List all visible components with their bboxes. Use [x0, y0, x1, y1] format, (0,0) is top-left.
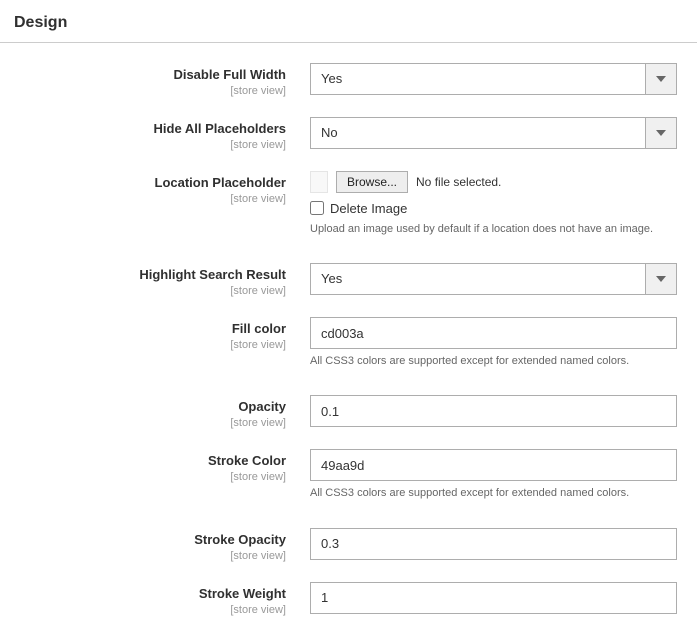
label-col: Stroke Color [store view]	[20, 449, 310, 483]
highlight-search-result-label: Highlight Search Result	[20, 267, 286, 284]
scope-label: [store view]	[20, 417, 286, 429]
stroke-color-input[interactable]	[310, 449, 677, 481]
opacity-input[interactable]	[310, 395, 677, 427]
no-file-text: No file selected.	[416, 175, 501, 189]
highlight-search-result-select[interactable]: Yes	[310, 263, 677, 295]
delete-image-label: Delete Image	[330, 201, 407, 216]
field-location-placeholder: Location Placeholder [store view] Browse…	[20, 171, 677, 237]
field-hide-all-placeholders: Hide All Placeholders [store view] No	[20, 117, 677, 151]
fill-color-label: Fill color	[20, 321, 286, 338]
label-col: Fill color [store view]	[20, 317, 310, 351]
section-title: Design	[14, 14, 67, 31]
stroke-opacity-label: Stroke Opacity	[20, 532, 286, 549]
location-placeholder-note: Upload an image used by default if a loc…	[310, 222, 677, 237]
location-placeholder-label: Location Placeholder	[20, 175, 286, 192]
design-fieldset: Disable Full Width [store view] Yes Hide…	[0, 43, 697, 630]
hide-all-placeholders-label: Hide All Placeholders	[20, 121, 286, 138]
value-col: Yes	[310, 263, 677, 295]
scope-label: [store view]	[20, 604, 286, 616]
label-col: Stroke Weight [store view]	[20, 582, 310, 616]
value-col: Yes	[310, 63, 677, 95]
browse-button[interactable]: Browse...	[336, 171, 408, 193]
select-wrap: No	[310, 117, 677, 149]
opacity-label: Opacity	[20, 399, 286, 416]
fill-color-input[interactable]	[310, 317, 677, 349]
scope-label: [store view]	[20, 339, 286, 351]
stroke-color-note: All CSS3 colors are supported except for…	[310, 486, 677, 501]
scope-label: [store view]	[20, 285, 286, 297]
value-col: All CSS3 colors are supported except for…	[310, 317, 677, 369]
value-col	[310, 395, 677, 427]
select-wrap: Yes	[310, 263, 677, 295]
label-col: Opacity [store view]	[20, 395, 310, 429]
value-col: All CSS3 colors are supported except for…	[310, 449, 677, 501]
value-col	[310, 582, 677, 614]
section-header: Design	[0, 0, 697, 43]
placeholder-thumb-icon	[310, 171, 328, 193]
scope-label: [store view]	[20, 139, 286, 151]
field-opacity: Opacity [store view]	[20, 395, 677, 429]
value-col: Browse... No file selected. Delete Image…	[310, 171, 677, 237]
label-col: Stroke Opacity [store view]	[20, 528, 310, 562]
select-wrap: Yes	[310, 63, 677, 95]
field-stroke-color: Stroke Color [store view] All CSS3 color…	[20, 449, 677, 501]
scope-label: [store view]	[20, 550, 286, 562]
label-col: Highlight Search Result [store view]	[20, 263, 310, 297]
file-row: Browse... No file selected.	[310, 171, 677, 193]
value-col	[310, 528, 677, 560]
scope-label: [store view]	[20, 471, 286, 483]
value-col: No	[310, 117, 677, 149]
scope-label: [store view]	[20, 85, 286, 97]
field-stroke-opacity: Stroke Opacity [store view]	[20, 528, 677, 562]
stroke-color-label: Stroke Color	[20, 453, 286, 470]
stroke-weight-input[interactable]	[310, 582, 677, 614]
field-highlight-search-result: Highlight Search Result [store view] Yes	[20, 263, 677, 297]
stroke-opacity-input[interactable]	[310, 528, 677, 560]
disable-full-width-select[interactable]: Yes	[310, 63, 677, 95]
stroke-weight-label: Stroke Weight	[20, 586, 286, 603]
field-disable-full-width: Disable Full Width [store view] Yes	[20, 63, 677, 97]
label-col: Disable Full Width [store view]	[20, 63, 310, 97]
delete-image-checkbox[interactable]	[310, 201, 324, 215]
fill-color-note: All CSS3 colors are supported except for…	[310, 354, 677, 369]
scope-label: [store view]	[20, 193, 286, 205]
delete-image-row: Delete Image	[310, 201, 677, 216]
disable-full-width-label: Disable Full Width	[20, 67, 286, 84]
hide-all-placeholders-select[interactable]: No	[310, 117, 677, 149]
label-col: Location Placeholder [store view]	[20, 171, 310, 205]
label-col: Hide All Placeholders [store view]	[20, 117, 310, 151]
field-fill-color: Fill color [store view] All CSS3 colors …	[20, 317, 677, 369]
field-stroke-weight: Stroke Weight [store view]	[20, 582, 677, 616]
